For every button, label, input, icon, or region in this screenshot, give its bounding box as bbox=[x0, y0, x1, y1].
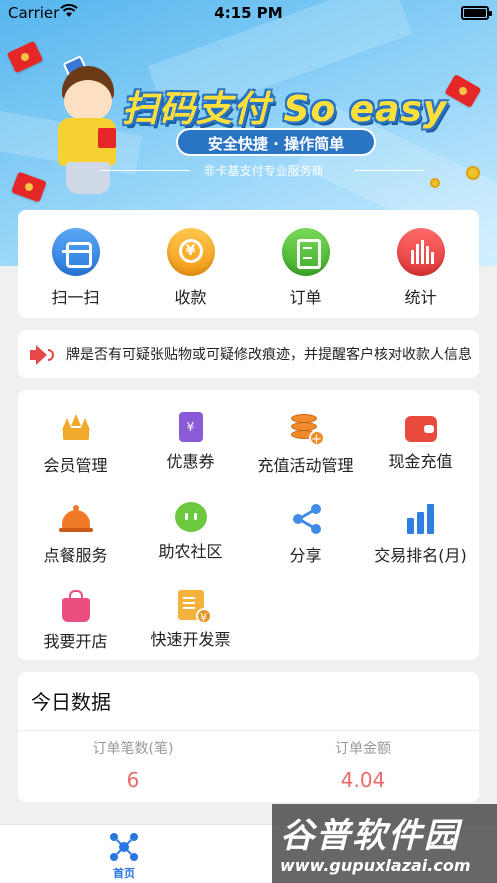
quick-action-label: 收款 bbox=[174, 288, 207, 307]
stat-label: 订单金额 bbox=[335, 741, 391, 757]
banner-subtitle: 非卡基支付专业服务商 bbox=[203, 164, 324, 178]
tab-label: 首页 bbox=[113, 867, 135, 880]
chat-bubble-icon bbox=[174, 502, 207, 532]
menu-item-label: 交易排名(月) bbox=[374, 546, 467, 565]
today-data-title: 今日数据 bbox=[31, 690, 111, 714]
quick-action-collect[interactable]: ¥ 收款 bbox=[133, 228, 248, 308]
watermark-title: 谷普软件园 bbox=[280, 816, 460, 856]
quick-action-label: 统计 bbox=[404, 288, 437, 307]
coins-plus-icon: + bbox=[289, 412, 325, 447]
quick-action-orders[interactable]: 订单 bbox=[248, 228, 363, 308]
menu-item-share[interactable]: 分享 bbox=[248, 502, 363, 566]
stat-value: 6 bbox=[126, 768, 140, 792]
stat-value: 4.04 bbox=[340, 768, 386, 792]
menu-item-label: 快速开发票 bbox=[150, 630, 231, 649]
red-envelope-icon bbox=[6, 40, 44, 74]
menu-item-member-management[interactable]: 会员管理 bbox=[18, 412, 133, 476]
speaker-icon bbox=[30, 345, 54, 365]
status-time: 4:15 PM bbox=[214, 4, 283, 22]
menu-item-monthly-ranking[interactable]: 交易排名(月) bbox=[363, 502, 478, 566]
invoice-icon: ¥ bbox=[177, 590, 212, 624]
menu-item-label: 会员管理 bbox=[43, 456, 108, 475]
site-watermark: 谷普软件园 www.gupuxlazai.com bbox=[272, 804, 497, 883]
home-network-icon bbox=[110, 833, 138, 861]
menu-item-cash-recharge[interactable]: 现金充值 bbox=[363, 412, 478, 472]
menu-item-label: 我要开店 bbox=[43, 632, 108, 651]
ranking-bars-icon bbox=[404, 502, 438, 536]
menu-item-recharge-campaigns[interactable]: + 充值活动管理 bbox=[248, 412, 363, 476]
crown-icon bbox=[59, 412, 93, 446]
shopping-bag-icon bbox=[61, 590, 90, 622]
menu-item-quick-invoice[interactable]: ¥ 快速开发票 bbox=[133, 590, 248, 650]
quick-actions-card: 扫一扫 ¥ 收款 订单 统计 bbox=[18, 210, 479, 318]
quick-action-stats[interactable]: 统计 bbox=[363, 228, 478, 308]
menu-item-label: 点餐服务 bbox=[43, 546, 108, 565]
status-bar: Carrier 4:15 PM bbox=[0, 0, 497, 26]
share-icon bbox=[289, 502, 323, 536]
banner-headline: 扫码支付 So easy bbox=[122, 89, 448, 130]
feature-menu-card: 会员管理 ¥ 优惠券 + 充值活动管理 现金充值 点餐服务 助农社区 分享 交易… bbox=[18, 390, 479, 660]
watermark-url: www.gupuxlazai.com bbox=[280, 856, 471, 875]
red-envelope-icon bbox=[444, 73, 482, 109]
notice-text: 牌是否有可疑张贴物或可疑修改痕迹，并提醒客户核对收款人信息 bbox=[66, 347, 472, 363]
stat-order-amount: 订单金额 4.04 bbox=[248, 738, 478, 792]
quick-action-label: 扫一扫 bbox=[51, 288, 100, 307]
menu-item-open-store[interactable]: 我要开店 bbox=[18, 590, 133, 652]
notice-marquee[interactable]: 牌是否有可疑张贴物或可疑修改痕迹，并提醒客户核对收款人信息 bbox=[18, 330, 479, 378]
menu-item-label: 优惠券 bbox=[166, 452, 215, 471]
gold-coin-icon bbox=[430, 178, 440, 188]
banner-slogan: 安全快捷 · 操作简单 bbox=[176, 128, 376, 156]
tab-home[interactable]: 首页 bbox=[88, 833, 160, 881]
stat-order-count: 订单笔数(笔) 6 bbox=[18, 738, 248, 792]
menu-item-label: 助农社区 bbox=[158, 542, 223, 561]
bar-chart-icon bbox=[396, 228, 445, 276]
menu-item-label: 现金充值 bbox=[388, 452, 453, 471]
divider bbox=[18, 730, 479, 731]
today-data-card: 今日数据 订单笔数(笔) 6 订单金额 4.04 bbox=[18, 672, 479, 802]
food-cover-icon bbox=[58, 502, 93, 536]
menu-item-coupons[interactable]: ¥ 优惠券 bbox=[133, 412, 248, 472]
menu-item-ordering-service[interactable]: 点餐服务 bbox=[18, 502, 133, 566]
coupon-icon: ¥ bbox=[178, 412, 203, 442]
yuan-coin-icon: ¥ bbox=[166, 228, 215, 276]
clipboard-icon bbox=[281, 228, 330, 276]
battery-icon bbox=[461, 6, 492, 20]
quick-action-label: 订单 bbox=[289, 288, 322, 307]
menu-item-label: 分享 bbox=[289, 546, 322, 565]
quick-action-scan[interactable]: 扫一扫 bbox=[18, 228, 133, 308]
wallet-icon bbox=[404, 416, 437, 442]
menu-item-label: 充值活动管理 bbox=[257, 456, 354, 475]
stat-label: 订单笔数(笔) bbox=[92, 741, 174, 757]
menu-item-agri-community[interactable]: 助农社区 bbox=[133, 502, 248, 562]
scan-icon bbox=[51, 228, 100, 276]
